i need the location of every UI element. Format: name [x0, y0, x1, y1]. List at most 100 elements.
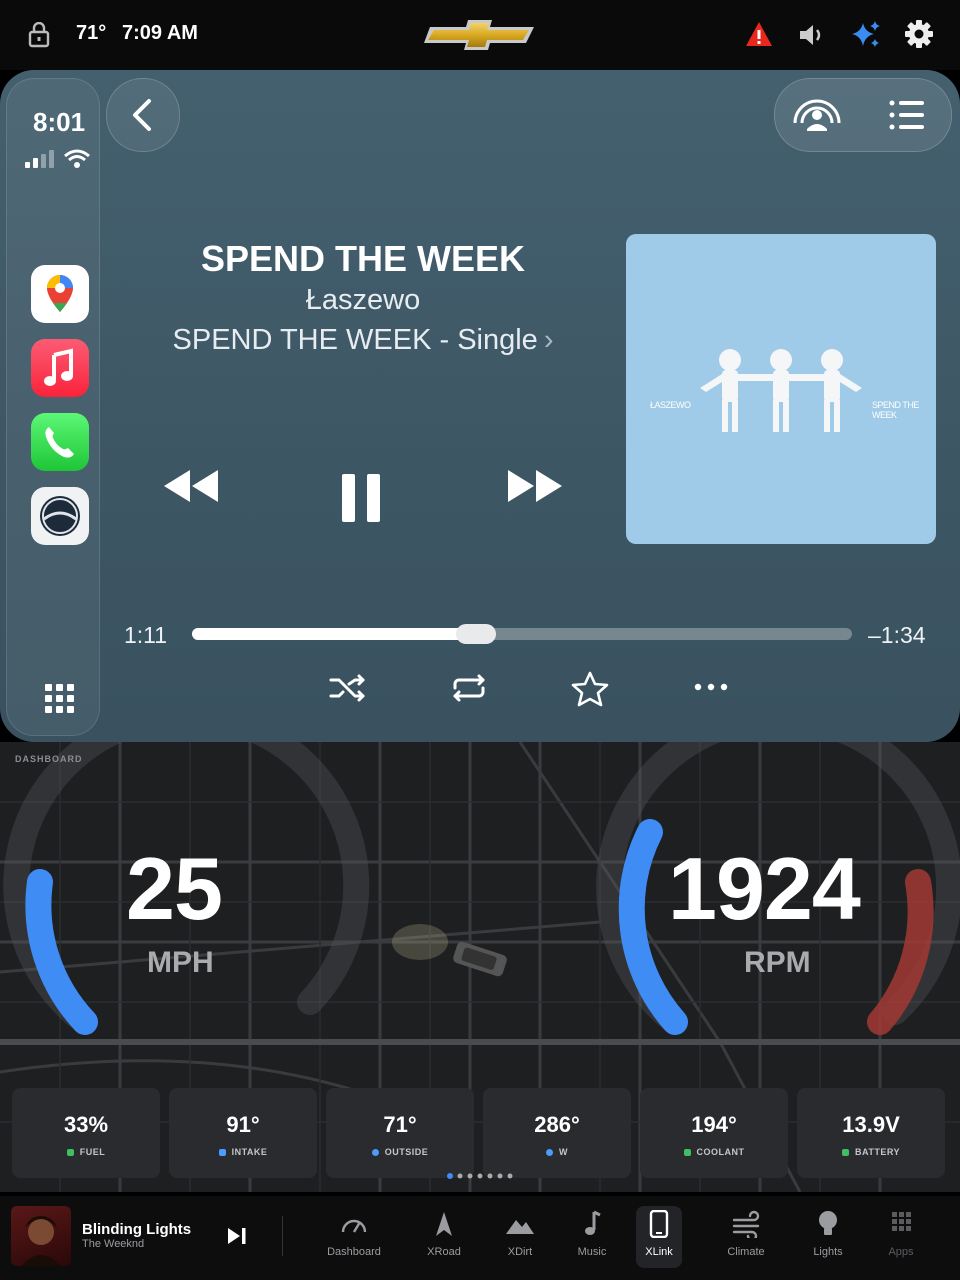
card-label: FUEL — [12, 1147, 160, 1157]
nav-dashboard[interactable]: Dashboard — [314, 1208, 394, 1268]
album-name: SPEND THE WEEK - Single — [172, 324, 538, 356]
chevron-right-icon: › — [543, 324, 554, 356]
dashboard-label: DASHBOARD — [15, 754, 83, 764]
maps-app-icon[interactable] — [31, 265, 89, 323]
pause-button[interactable] — [340, 472, 382, 524]
star-icon[interactable] — [570, 670, 610, 708]
card-value: 194° — [691, 1112, 737, 1137]
nav-lights[interactable]: Lights — [788, 1208, 868, 1268]
repeat-icon[interactable] — [450, 670, 488, 706]
fast-forward-button[interactable] — [506, 468, 564, 504]
play-next-icon[interactable] — [226, 1226, 248, 1246]
progress-bar[interactable] — [192, 624, 852, 644]
shuffle-icon[interactable] — [328, 670, 368, 706]
mini-player-artist: The Weeknd — [82, 1238, 145, 1250]
card-value: 33% — [63, 1112, 109, 1137]
card-label: OUTSIDE — [326, 1147, 474, 1157]
gauge-cards: 33% FUEL 91° INTAKE 71° OUTSIDE 286° W 1… — [12, 1088, 948, 1178]
signal-wifi-icon — [25, 149, 90, 168]
clock: 7:09 AM — [122, 22, 198, 44]
coolant-icon — [683, 1149, 691, 1157]
wind-icon — [732, 1210, 760, 1238]
battery-card[interactable]: 13.9V BATTERY — [797, 1088, 945, 1178]
nav-climate[interactable]: Climate — [706, 1208, 786, 1268]
artwork-title-text: SPEND THE WEEK — [872, 400, 919, 420]
chevrolet-logo — [424, 20, 534, 50]
rewind-button[interactable] — [162, 468, 220, 504]
thermometer-icon — [218, 1149, 226, 1157]
outside-temperature: 71° — [76, 22, 107, 44]
top-controls-pill — [774, 78, 952, 152]
phone-icon — [649, 1210, 669, 1238]
rpm-unit: RPM — [744, 946, 811, 979]
road-icon — [436, 1212, 452, 1236]
card-value: 71° — [383, 1112, 417, 1137]
battery-icon — [842, 1149, 849, 1157]
sparkle-icon[interactable] — [850, 19, 882, 51]
album-artwork: ŁASZEWO SPEND THE WEEK — [626, 234, 936, 544]
dashboard-panel: DASHBOARD 25 MPH 1924 RPM 33% FUEL 91° I… — [0, 742, 960, 1192]
nav-apps[interactable]: Apps — [861, 1208, 941, 1268]
carplay-panel: 8:01 SPEND THE WEEK Łaszewo SPEND THE WE… — [0, 70, 960, 742]
snowflake-icon — [371, 1149, 379, 1157]
card-value: 13.9V — [842, 1112, 900, 1137]
nav-xroad[interactable]: XRoad — [404, 1208, 484, 1268]
gauge-icon — [341, 1219, 367, 1233]
nav-xlink[interactable]: XLink — [628, 1206, 708, 1268]
intake-card[interactable]: 91° INTAKE — [169, 1088, 317, 1178]
back-button[interactable] — [106, 78, 180, 152]
carplay-clock: 8:01 — [33, 107, 86, 137]
volume-icon[interactable] — [797, 20, 825, 50]
card-label: W — [483, 1147, 631, 1157]
speed-unit: MPH — [147, 946, 214, 979]
nav-label: XLink — [645, 1246, 673, 1258]
nav-label: Dashboard — [327, 1246, 381, 1258]
speed-value: 25 — [126, 839, 223, 938]
fuel-card[interactable]: 33% FUEL — [12, 1088, 160, 1178]
progress-knob[interactable] — [455, 624, 496, 644]
divider — [282, 1216, 283, 1256]
fuel-icon — [66, 1149, 74, 1157]
bottom-bar: Blinding Lights The Weeknd Dashboard XRo… — [0, 1196, 960, 1280]
lock-icon[interactable] — [28, 22, 50, 48]
grid-icon — [892, 1212, 911, 1231]
compass-icon — [546, 1149, 553, 1157]
nav-label: Apps — [888, 1246, 914, 1258]
time-remaining: –1:34 — [868, 622, 926, 648]
nav-label: XRoad — [427, 1246, 461, 1258]
bulb-icon — [819, 1211, 837, 1235]
artwork-artist-text: ŁASZEWO — [650, 400, 691, 410]
card-label: INTAKE — [169, 1147, 317, 1157]
mini-player-title[interactable]: Blinding Lights — [82, 1221, 191, 1238]
gear-icon[interactable] — [904, 19, 934, 49]
nav-label: Climate — [727, 1246, 765, 1258]
airplay-speaker-icon[interactable] — [789, 93, 845, 137]
song-title: SPEND THE WEEK — [200, 238, 526, 279]
progress-fill — [192, 628, 476, 640]
mountain-icon — [506, 1220, 534, 1234]
status-bar: 71° 7:09 AM — [0, 0, 960, 70]
time-elapsed: 1:11 — [124, 622, 168, 648]
more-options-icon[interactable] — [694, 682, 728, 692]
nav-label: Lights — [813, 1246, 843, 1258]
outside-card[interactable]: 71° OUTSIDE — [326, 1088, 474, 1178]
warning-icon[interactable] — [744, 20, 774, 48]
carplay-sidebar: 8:01 — [6, 78, 100, 736]
assistant-app-icon[interactable] — [31, 487, 89, 545]
nav-label: XDirt — [507, 1246, 533, 1258]
nav-xdirt[interactable]: XDirt — [480, 1208, 560, 1268]
coolant-card[interactable]: 194° COOLANT — [640, 1088, 788, 1178]
paper-people-figure — [700, 349, 862, 432]
music-app-icon[interactable] — [31, 339, 89, 397]
phone-app-icon[interactable] — [31, 413, 89, 471]
song-album[interactable]: SPEND THE WEEK - Single › — [140, 324, 586, 357]
queue-list-icon[interactable] — [889, 99, 925, 131]
page-indicator[interactable] — [446, 1172, 516, 1180]
card-value: 286° — [534, 1112, 580, 1137]
card-label: BATTERY — [797, 1147, 945, 1157]
song-artist[interactable]: Łaszewo — [140, 284, 586, 317]
mini-player-artwork[interactable] — [11, 1206, 71, 1266]
app-grid-icon[interactable] — [45, 684, 75, 714]
card-label: COOLANT — [640, 1147, 788, 1157]
heading-card[interactable]: 286° W — [483, 1088, 631, 1178]
